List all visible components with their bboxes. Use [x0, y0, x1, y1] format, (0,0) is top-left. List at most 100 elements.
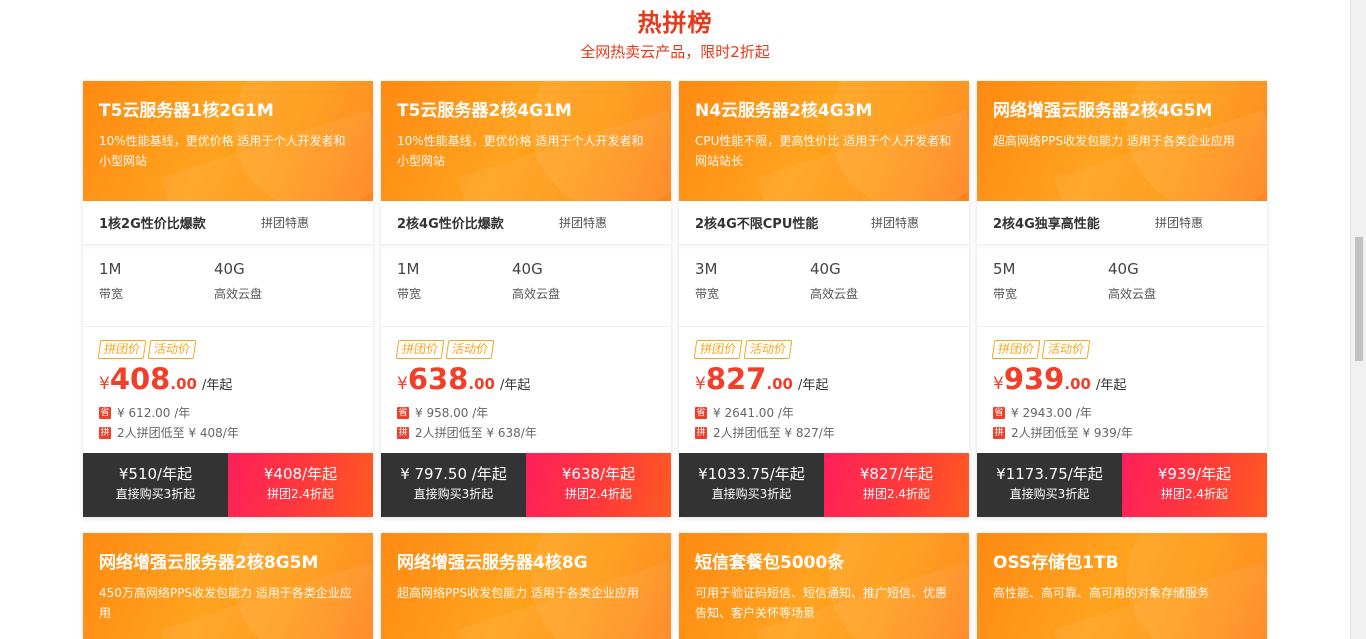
card-header[interactable]: 网络增强云服务器2核8G5M 450万高网络PPS收发包能力 适用于各类企业应用: [83, 533, 373, 639]
card-description: 超高网络PPS收发包能力 适用于各类企业应用: [397, 586, 639, 600]
card-specs: 5M 带宽 40G 高效云盘: [977, 245, 1267, 327]
card-header[interactable]: 短信套餐包5000条 可用于验证码短信、短信通知、推广短信、优惠告知、客户关怀等…: [679, 533, 969, 639]
buy-button[interactable]: ¥1173.75/年起 直接购买3折起: [977, 453, 1122, 517]
card-specs: 1M 带宽 40G 高效云盘: [381, 245, 671, 327]
product-card[interactable]: OSS存储包1TB 高性能、高可靠、高可用的对象存储服务: [977, 533, 1267, 639]
price-unit: /年起: [202, 378, 233, 393]
card-title[interactable]: T5云服务器2核4G1M: [397, 99, 655, 123]
buy-label: 直接购买3折起: [711, 487, 792, 501]
current-price: ¥939.00 /年起: [993, 363, 1251, 402]
card-header[interactable]: 网络增强云服务器2核4G5M 超高网络PPS收发包能力 适用于各类企业应用: [977, 81, 1267, 201]
spec-value: 40G: [810, 260, 841, 278]
card-header[interactable]: T5云服务器1核2G1M 10%性能基线，更优价格 适用于个人开发者和小型网站: [83, 81, 373, 201]
original-price-row: 省 ¥ 2641.00 /年: [695, 404, 953, 422]
price-badges: 拼团价 活动价: [395, 340, 655, 359]
group-label: 拼团2.4折起: [862, 487, 931, 501]
group-icon: 拼: [99, 427, 111, 439]
card-title[interactable]: OSS存储包1TB: [993, 551, 1251, 575]
product-card[interactable]: 网络增强云服务器4核8G 超高网络PPS收发包能力 适用于各类企业应用: [381, 533, 671, 639]
price-decimal: .00: [766, 375, 793, 393]
product-card[interactable]: N4云服务器2核4G3M CPU性能不限，更高性价比 适用于个人开发者和网站站长…: [679, 81, 969, 517]
buy-button[interactable]: ¥1033.75/年起 直接购买3折起: [679, 453, 824, 517]
group-label: 拼团2.4折起: [1160, 487, 1229, 501]
card-title[interactable]: 短信套餐包5000条: [695, 551, 953, 575]
group-note-row: 拼 2人拼团低至 ¥ 939/年: [993, 424, 1251, 442]
promo-label: 拼团特惠: [261, 216, 310, 230]
feature-label: 2核4G性价比爆款: [397, 217, 504, 232]
group-price-badge: 拼团价: [395, 340, 445, 359]
buy-button[interactable]: ¥510/年起 直接购买3折起: [83, 453, 228, 517]
save-icon: 省: [99, 407, 111, 419]
buy-price: ¥ 797.50 /年起: [400, 465, 507, 483]
spec-label: 带宽: [993, 287, 1018, 301]
product-card[interactable]: 短信套餐包5000条 可用于验证码短信、短信通知、推广短信、优惠告知、客户关怀等…: [679, 533, 969, 639]
card-title[interactable]: 网络增强云服务器4核8G: [397, 551, 655, 575]
save-icon: 省: [397, 407, 409, 419]
original-price-row: 省 ¥ 2943.00 /年: [993, 404, 1251, 422]
group-note-row: 拼 2人拼团低至 ¥ 408/年: [99, 424, 357, 442]
promo-label: 拼团特惠: [1155, 216, 1204, 230]
group-icon: 拼: [993, 427, 1005, 439]
buy-button[interactable]: ¥ 797.50 /年起 直接购买3折起: [381, 453, 526, 517]
spec-value: 5M: [993, 260, 1016, 278]
group-price: ¥638/年起: [561, 465, 636, 483]
section-title: 热拼榜: [637, 9, 713, 37]
card-header[interactable]: T5云服务器2核4G1M 10%性能基线，更优价格 适用于个人开发者和小型网站: [381, 81, 671, 201]
promo-label: 拼团特惠: [559, 216, 608, 230]
spec-bandwidth: 1M 带宽: [99, 259, 214, 326]
card-description: 10%性能基线，更优价格 适用于个人开发者和小型网站: [99, 134, 346, 168]
card-header[interactable]: 网络增强云服务器4核8G 超高网络PPS收发包能力 适用于各类企业应用: [381, 533, 671, 639]
product-card[interactable]: 网络增强云服务器2核8G5M 450万高网络PPS收发包能力 适用于各类企业应用: [83, 533, 373, 639]
price-badges: 拼团价 活动价: [97, 340, 357, 359]
price-decimal: .00: [468, 375, 495, 393]
card-tagline: 2核4G性价比爆款 拼团特惠: [381, 201, 671, 245]
group-note: 2人拼团低至 ¥ 827/年: [713, 426, 835, 440]
group-icon: 拼: [695, 427, 707, 439]
spec-bandwidth: 5M 带宽: [993, 259, 1108, 326]
card-header[interactable]: OSS存储包1TB 高性能、高可靠、高可用的对象存储服务: [977, 533, 1267, 639]
group-buy-button[interactable]: ¥638/年起 拼团2.4折起: [526, 453, 671, 517]
group-buy-button[interactable]: ¥939/年起 拼团2.4折起: [1122, 453, 1267, 517]
group-buy-button[interactable]: ¥408/年起 拼团2.4折起: [228, 453, 373, 517]
event-price-badge: 活动价: [1041, 340, 1091, 359]
card-header[interactable]: N4云服务器2核4G3M CPU性能不限，更高性价比 适用于个人开发者和网站站长: [679, 81, 969, 201]
spec-bandwidth: 1M 带宽: [397, 259, 512, 326]
buy-price: ¥1173.75/年起: [996, 465, 1103, 483]
group-buy-button[interactable]: ¥827/年起 拼团2.4折起: [824, 453, 969, 517]
group-note: 2人拼团低至 ¥ 939/年: [1011, 426, 1133, 440]
price-unit: /年起: [798, 378, 829, 393]
card-title[interactable]: 网络增强云服务器2核4G5M: [993, 99, 1251, 123]
group-note: 2人拼团低至 ¥ 408/年: [117, 426, 239, 440]
spec-value: 40G: [512, 260, 543, 278]
promo-label: 拼团特惠: [871, 216, 920, 230]
card-tagline: 2核4G不限CPU性能 拼团特惠: [679, 201, 969, 245]
group-price: ¥939/年起: [1157, 465, 1232, 483]
card-description: 450万高网络PPS收发包能力 适用于各类企业应用: [99, 586, 352, 620]
card-title[interactable]: 网络增强云服务器2核8G5M: [99, 551, 357, 575]
event-price-badge: 活动价: [445, 340, 495, 359]
current-price: ¥827.00 /年起: [695, 363, 953, 402]
price-unit: /年起: [1096, 378, 1127, 393]
currency-symbol: ¥: [99, 374, 110, 394]
product-card[interactable]: T5云服务器2核4G1M 10%性能基线，更优价格 适用于个人开发者和小型网站 …: [381, 81, 671, 517]
group-price-badge: 拼团价: [693, 340, 743, 359]
product-card[interactable]: T5云服务器1核2G1M 10%性能基线，更优价格 适用于个人开发者和小型网站 …: [83, 81, 373, 517]
group-price: ¥408/年起: [263, 465, 338, 483]
card-specs: 3M 带宽 40G 高效云盘: [679, 245, 969, 327]
original-price: ¥ 958.00 /年: [415, 406, 489, 420]
feature-label: 2核4G不限CPU性能: [695, 217, 819, 232]
feature-label: 2核4G独享高性能: [993, 217, 1100, 232]
original-price: ¥ 2641.00 /年: [713, 406, 794, 420]
currency-symbol: ¥: [695, 374, 706, 394]
spec-value: 3M: [695, 260, 718, 278]
buy-label: 直接购买3折起: [1009, 487, 1090, 501]
price-unit: /年起: [500, 378, 531, 393]
card-title[interactable]: N4云服务器2核4G3M: [695, 99, 953, 123]
scrollbar-thumb[interactable]: [1355, 237, 1363, 361]
card-pricing: 拼团价 活动价 ¥638.00 /年起 省 ¥ 958.00 /年 拼 2人拼团…: [381, 327, 671, 453]
card-description: 10%性能基线，更优价格 适用于个人开发者和小型网站: [397, 134, 644, 168]
card-title[interactable]: T5云服务器1核2G1M: [99, 99, 357, 123]
product-card[interactable]: 网络增强云服务器2核4G5M 超高网络PPS收发包能力 适用于各类企业应用 2核…: [977, 81, 1267, 517]
vertical-scrollbar[interactable]: [1350, 0, 1366, 639]
spec-label: 带宽: [397, 287, 422, 301]
